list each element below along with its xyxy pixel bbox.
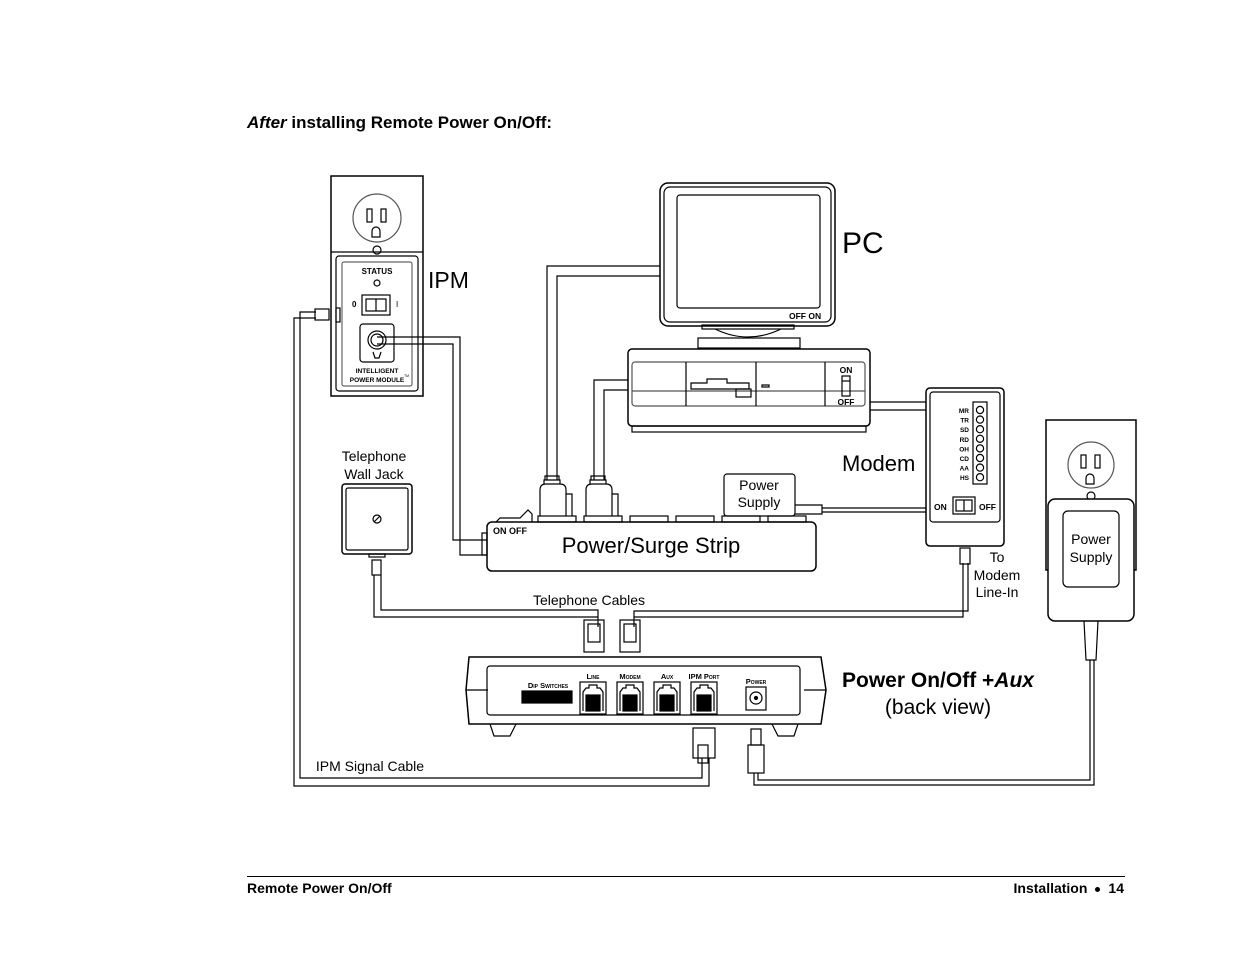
rj-port-modem[interactable]	[616, 681, 644, 715]
footer-right: Installation 14	[1014, 880, 1124, 896]
page-number: 14	[1108, 880, 1124, 896]
modem-led-hs	[975, 473, 985, 482]
modem-led-label-cd: CD	[960, 456, 970, 463]
pc-power-cable	[593, 379, 628, 480]
footer-section: Installation	[1013, 880, 1088, 896]
modem-line-plug	[959, 547, 971, 565]
modem-label: Modem	[842, 451, 915, 476]
pc-power-switch[interactable]	[841, 375, 851, 397]
wall-power-supply-line1: Power	[1071, 531, 1111, 547]
to-modem-line1: To	[990, 549, 1005, 565]
modem: MR TR SD RD OH CD AA HS ON OFF	[925, 387, 1005, 547]
modem-led-label-hs: HS	[960, 475, 970, 482]
modem-led-label-sd: SD	[960, 427, 969, 434]
floppy-drive-slot	[690, 378, 750, 390]
device-title-bold: Power On/Off +	[842, 669, 994, 692]
ipm-switch-on-label: I	[396, 300, 398, 309]
port-label-line: Line	[587, 672, 601, 681]
pc-case: ON OFF	[627, 348, 871, 433]
monitor-power-switch-label[interactable]: OFF ON	[789, 311, 821, 321]
ipm-module: STATUS 0 I Intelligent Power Module TM	[335, 255, 419, 392]
modem-led-label-oh: OH	[959, 446, 969, 453]
port-label-modem: Modem	[619, 672, 640, 681]
pc-modem-cable	[870, 401, 926, 411]
telephone-cable-modem-to-modem-port	[633, 563, 969, 627]
wall-power-supply: Power Supply	[1047, 498, 1135, 661]
ipm-signal-cable-label: IPM Signal Cable	[316, 758, 424, 774]
dip-switches[interactable]	[521, 690, 573, 704]
power-surge-strip: ON OFF Power/Surge Strip Power Supply	[481, 473, 823, 572]
modem-led-sd	[975, 425, 985, 434]
dip-switches-label: Dip Switches	[528, 681, 569, 690]
wall-jack-label-line2: Wall Jack	[344, 466, 404, 482]
footer-left: Remote Power On/Off	[247, 880, 392, 896]
modem-led-aa	[975, 463, 985, 472]
rj-port-line[interactable]	[579, 681, 607, 715]
modem-led-rd	[975, 434, 985, 443]
device-title-italic: Aux	[993, 669, 1035, 692]
strip-power-switch[interactable]	[495, 509, 533, 523]
ipm-brand-line1: Intelligent	[356, 368, 399, 375]
modem-led-tr	[975, 415, 985, 424]
modem-led-label-rd: RD	[960, 437, 970, 444]
device-subtitle: (back view)	[885, 696, 991, 719]
pc-label: PC	[842, 227, 884, 260]
to-modem-line2: Modem	[974, 567, 1021, 583]
power-onoff-aux-device: Dip Switches Line Modem Aux IPM Port Power	[465, 656, 827, 737]
strip-label: Power/Surge Strip	[562, 533, 741, 558]
ipm-status-led	[373, 279, 381, 287]
ipm-outlet-socket	[359, 323, 395, 363]
footer-rule	[247, 876, 1125, 877]
telephone-wall-jack	[341, 483, 413, 576]
ipm-status-label: STATUS	[362, 267, 393, 276]
ipm-switch-off-label: 0	[352, 300, 357, 309]
power-port-label: Power	[746, 677, 767, 686]
monitor: OFF ON	[659, 182, 836, 349]
modem-switch-on-label: ON	[934, 502, 947, 512]
pc-switch-off-label: OFF	[838, 397, 855, 407]
connection-diagram: STATUS 0 I Intelligent Power Module TM I…	[293, 175, 1137, 787]
modem-power-cable	[822, 507, 926, 513]
rj11-plugs-top	[583, 619, 641, 653]
modem-led-oh	[975, 444, 985, 453]
wall-power-supply-line2: Supply	[1070, 549, 1113, 565]
device-title: Power On/Off +Aux	[842, 669, 1035, 692]
modem-switch-off-label: OFF	[979, 502, 996, 512]
strip-power-supply-line1: Power	[739, 477, 779, 493]
ipm-label: IPM	[428, 267, 469, 293]
port-label-ipm-port: IPM Port	[689, 672, 720, 681]
strip-switch-label: ON OFF	[493, 526, 527, 536]
rj-port-aux[interactable]	[653, 681, 681, 715]
modem-led-cd	[975, 453, 985, 463]
telephone-cables-label: Telephone Cables	[533, 592, 645, 608]
modem-led-label-tr: TR	[960, 418, 969, 425]
bullet-icon	[1095, 886, 1101, 892]
modem-led-label-mr: MR	[959, 408, 969, 415]
port-label-aux: Aux	[661, 672, 674, 681]
rj-port-ipm-port[interactable]	[690, 681, 718, 715]
ipm-tm: TM	[404, 374, 409, 378]
pc-switch-on-label: ON	[840, 365, 853, 375]
strip-power-supply-line2: Supply	[738, 494, 781, 510]
ipm-brand-line2: Power Module	[350, 377, 405, 384]
wall-jack-label-line1: Telephone	[342, 448, 407, 464]
modem-led-label-aa: AA	[960, 466, 970, 473]
modem-led-mr	[975, 405, 985, 415]
to-modem-line3: Line-In	[976, 584, 1019, 600]
